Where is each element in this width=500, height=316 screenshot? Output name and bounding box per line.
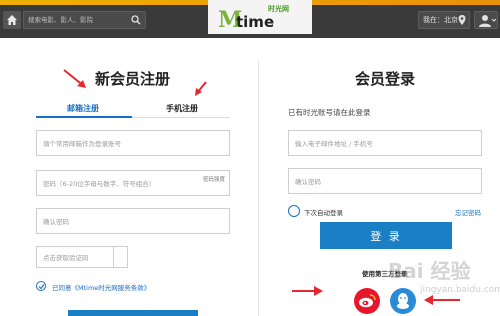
baidu-watermark: Bai 经验 xyxy=(388,259,471,283)
login-password-field xyxy=(288,168,482,194)
password-field: 密码强度 xyxy=(36,170,230,196)
city-label: 我在：北京 xyxy=(423,16,458,24)
captcha-input[interactable] xyxy=(43,250,109,266)
auto-login-label: 下次自动登录 xyxy=(304,209,343,217)
location-pin-icon xyxy=(458,15,466,25)
qq-icon xyxy=(397,293,409,309)
panel-divider xyxy=(258,60,259,316)
tab-phone-register[interactable]: 手机注册 xyxy=(166,103,198,114)
weibo-icon xyxy=(359,294,376,308)
active-tab-indicator xyxy=(36,116,132,118)
password-input[interactable] xyxy=(43,176,193,192)
tab-email-register[interactable]: 邮箱注册 xyxy=(67,103,99,114)
auto-login-checkbox[interactable] xyxy=(288,205,300,217)
confirm-password-input[interactable] xyxy=(43,214,223,230)
confirm-password-field xyxy=(36,208,230,234)
search-input[interactable] xyxy=(28,13,128,27)
check-icon xyxy=(38,284,45,290)
user-menu-button[interactable] xyxy=(474,11,498,29)
red-annotation-arrow xyxy=(63,69,86,88)
red-annotation-arrow xyxy=(195,81,207,96)
login-hint: 已有时光账号请在此登录 xyxy=(288,108,371,117)
home-button[interactable] xyxy=(3,11,21,29)
weibo-login-button[interactable] xyxy=(354,288,380,314)
email-field xyxy=(36,130,230,156)
captcha-field xyxy=(36,246,114,268)
logo-wordmark: time xyxy=(236,13,275,31)
forgot-password-link[interactable]: 忘记密码 xyxy=(455,207,481,217)
baidu-watermark-url: jingyan.baidu.com xyxy=(420,285,500,295)
register-title: 新会员注册 xyxy=(95,70,171,88)
search-icon[interactable] xyxy=(131,15,141,25)
agree-checkbox[interactable] xyxy=(36,281,46,291)
register-button[interactable] xyxy=(68,310,198,316)
red-annotation-arrow xyxy=(292,286,323,296)
red-annotation-arrow xyxy=(424,295,460,305)
login-title: 会员登录 xyxy=(355,70,416,88)
login-button[interactable]: 登 录 xyxy=(320,222,452,249)
qq-login-button[interactable] xyxy=(390,288,416,314)
mtime-logo[interactable]: M time 时光网 xyxy=(208,0,312,34)
captcha-image[interactable] xyxy=(114,246,128,268)
top-navigation-bar: M time 时光网 我在：北京 xyxy=(0,0,500,38)
login-password-input[interactable] xyxy=(295,174,475,190)
account-field xyxy=(288,130,482,156)
email-input[interactable] xyxy=(43,136,223,152)
home-icon xyxy=(7,15,17,25)
city-selector[interactable]: 我在：北京 xyxy=(418,11,470,29)
search-box xyxy=(23,11,146,29)
logo-chinese-name: 时光网 xyxy=(268,5,289,13)
account-input[interactable] xyxy=(295,136,475,152)
password-strength-label: 密码强度 xyxy=(202,177,225,183)
terms-agreement-text[interactable]: 已同意《Mtime时光网服务条款》 xyxy=(52,282,150,292)
user-icon xyxy=(479,15,496,27)
